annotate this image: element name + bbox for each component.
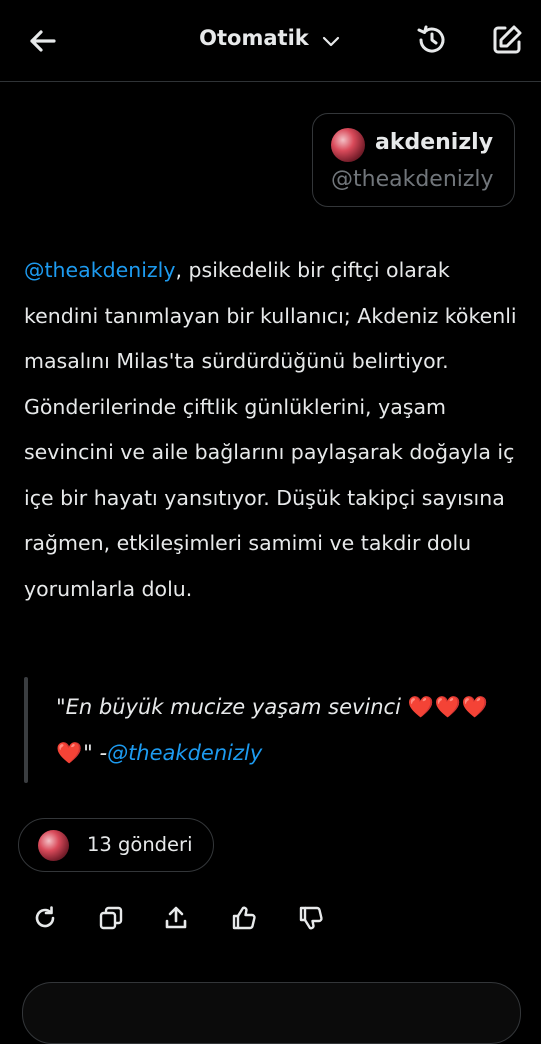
compose-icon xyxy=(493,25,522,54)
share-button[interactable] xyxy=(162,904,190,932)
posts-button[interactable]: 13 gönderi xyxy=(18,818,214,872)
quote-body: "En büyük mucize yaşam sevinci xyxy=(56,695,408,719)
user-handle: @theakdenizly xyxy=(331,167,494,192)
history-button[interactable] xyxy=(414,22,450,62)
top-bar: Otomatik xyxy=(0,0,541,82)
thumbs-up-icon xyxy=(232,906,256,930)
thumbs-down-icon xyxy=(299,906,323,930)
share-icon xyxy=(165,906,187,929)
header-divider xyxy=(0,81,541,82)
copy-button[interactable] xyxy=(97,904,125,932)
user-name: akdenizly xyxy=(375,130,494,155)
refresh-icon xyxy=(35,906,55,928)
model-selector[interactable]: Otomatik xyxy=(0,26,541,52)
chevron-down-icon xyxy=(322,36,339,46)
dislike-button[interactable] xyxy=(297,904,325,932)
quote-bar xyxy=(24,677,28,783)
posts-count-label: 13 gönderi xyxy=(87,833,193,856)
regenerate-button[interactable] xyxy=(31,904,59,932)
summary-text: @theakdenizly, psikedelik bir çiftçi ola… xyxy=(24,248,524,612)
ask-input-bar[interactable] xyxy=(22,982,521,1044)
user-card[interactable]: akdenizly @theakdenizly xyxy=(312,113,515,207)
compose-button[interactable] xyxy=(489,22,525,62)
mention-link[interactable]: @theakdenizly xyxy=(24,258,175,282)
summary-body: , psikedelik bir çiftçi olarak kendini t… xyxy=(24,258,517,601)
like-button[interactable] xyxy=(230,904,258,932)
avatar xyxy=(331,128,365,162)
quote-suffix: " - xyxy=(83,741,108,765)
avatar xyxy=(38,830,69,861)
history-icon xyxy=(417,25,445,53)
page-title: Otomatik xyxy=(199,26,309,50)
quote-text: "En büyük mucize yaşam sevinci ❤️❤️❤️❤️"… xyxy=(56,684,516,776)
copy-icon xyxy=(99,906,123,930)
quote-mention-link[interactable]: @theakdenizly xyxy=(107,741,262,765)
